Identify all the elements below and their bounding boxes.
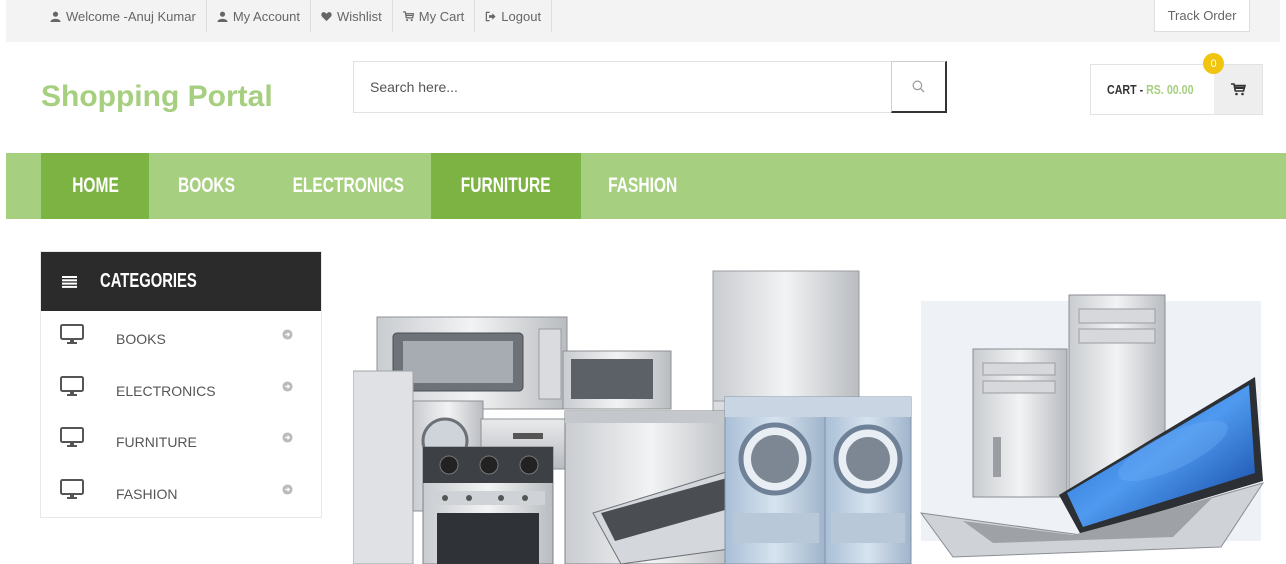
cart-summary[interactable]: CART - RS. 00.00 [1090, 64, 1263, 115]
logout-link[interactable]: Logout [475, 0, 553, 32]
category-label: ELECTRONICS [116, 382, 216, 399]
monitor-icon [60, 427, 84, 447]
logout-label: Logout [501, 8, 542, 24]
heart-icon [321, 11, 332, 21]
monitor-icon [60, 478, 84, 499]
nav-books-label: BOOKS [178, 174, 236, 197]
categories-sidebar: CATEGORIES BOOKS ELECTRONICS FURNITURE F… [40, 251, 322, 518]
chevron-right-icon [282, 329, 293, 340]
cart-amount: RS. 00.00 [1146, 82, 1194, 97]
nav-electronics[interactable]: ELECTRONICS [265, 153, 431, 219]
chevron-right-icon [282, 483, 293, 495]
cart-count-badge: 0 [1203, 53, 1224, 74]
chevron-right-icon [282, 380, 293, 392]
search-icon [912, 80, 925, 93]
search-input[interactable] [354, 62, 891, 112]
welcome-label: Welcome -Anuj Kumar [66, 8, 196, 24]
nav-books[interactable]: BOOKS [149, 153, 265, 219]
cart-icon [1230, 83, 1246, 96]
wishlist-link[interactable]: Wishlist [311, 0, 393, 32]
category-item-furniture[interactable]: FURNITURE [41, 414, 321, 466]
main-nav: HOME BOOKS ELECTRONICS FURNITURE FASHION [6, 153, 1286, 219]
nav-furniture[interactable]: FURNITURE [431, 153, 581, 219]
hero-banner[interactable] [353, 251, 1286, 564]
top-bar: Welcome -Anuj Kumar My Account Wishlist … [6, 0, 1280, 42]
cart-label: CART - [1107, 82, 1144, 97]
cart-icon-box [1214, 65, 1262, 114]
user-icon [217, 11, 228, 22]
my-cart-link[interactable]: My Cart [393, 0, 476, 32]
wishlist-label: Wishlist [337, 8, 382, 24]
categories-title: CATEGORIES [100, 270, 197, 292]
chevron-right-icon [282, 432, 293, 443]
track-order-button[interactable]: Track Order [1154, 0, 1250, 32]
my-account-link[interactable]: My Account [207, 0, 312, 32]
category-label: BOOKS [116, 331, 166, 347]
top-links: Welcome -Anuj Kumar My Account Wishlist … [40, 0, 553, 32]
search-button[interactable] [891, 61, 947, 113]
site-logo[interactable]: Shopping Portal [41, 80, 273, 114]
category-label: FURNITURE [116, 434, 197, 450]
nav-fashion-label: FASHION [608, 174, 678, 197]
welcome-link[interactable]: Welcome -Anuj Kumar [40, 0, 207, 32]
monitor-icon [60, 324, 84, 344]
search-bar [353, 61, 947, 113]
menu-icon [62, 275, 77, 288]
appliances-banner-image [353, 251, 1286, 564]
nav-home-label: HOME [71, 174, 119, 197]
my-cart-label: My Cart [418, 8, 465, 24]
category-item-books[interactable]: BOOKS [41, 311, 321, 363]
category-label: FASHION [116, 485, 178, 502]
monitor-icon [60, 375, 84, 396]
nav-home[interactable]: HOME [41, 153, 149, 219]
user-icon [50, 11, 61, 22]
category-item-electronics[interactable]: ELECTRONICS [41, 363, 321, 415]
cart-icon [402, 10, 414, 21]
categories-header: CATEGORIES [41, 252, 321, 311]
cart-text: CART - RS. 00.00 [1107, 65, 1194, 114]
my-account-label: My Account [232, 8, 301, 24]
nav-furniture-label: FURNITURE [461, 174, 551, 197]
nav-electronics-label: ELECTRONICS [292, 174, 404, 197]
nav-fashion[interactable]: FASHION [581, 153, 705, 219]
logout-icon [486, 11, 496, 21]
category-item-fashion[interactable]: FASHION [41, 466, 321, 518]
